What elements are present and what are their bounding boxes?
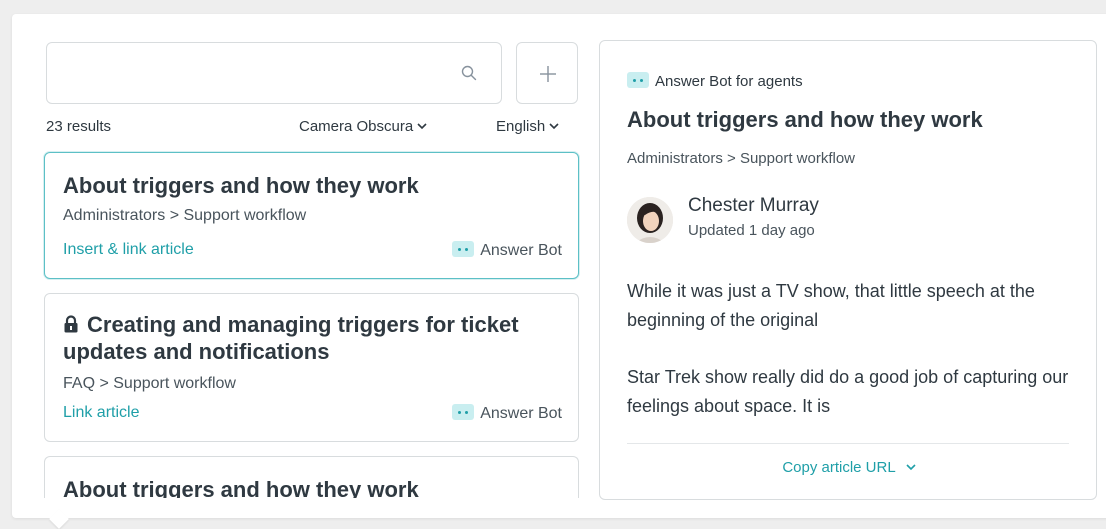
article-preview: Answer Bot for agents About triggers and… [599, 40, 1097, 500]
author-name: Chester Murray [688, 195, 819, 216]
body-paragraph: While it was just a TV show, that little… [627, 281, 1035, 330]
language-filter-label: English [496, 118, 546, 135]
search-icon[interactable] [461, 65, 477, 81]
source-label: Answer Bot [452, 241, 562, 260]
answer-bot-icon [452, 404, 475, 420]
preview-breadcrumb: Administrators > Support workflow [627, 150, 856, 167]
chevron-down-icon [906, 464, 916, 471]
breadcrumb: Administrators > Support workflow [63, 207, 307, 224]
preview-source: Answer Bot for agents [627, 72, 803, 90]
preview-title: About triggers and how they work [627, 107, 983, 132]
chevron-down-icon [549, 123, 559, 130]
search-field[interactable] [46, 42, 502, 104]
breadcrumb: FAQ > Support workflow [63, 375, 236, 392]
brand-filter-label: Camera Obscura [299, 118, 414, 135]
insert-link-article-button[interactable]: Insert & link article [63, 241, 194, 259]
article-title-text: Creating and managing triggers for ticke… [63, 312, 519, 364]
brand-filter-dropdown[interactable]: Camera Obscura [299, 118, 427, 135]
body-fade [600, 419, 1096, 445]
add-button[interactable] [516, 42, 578, 104]
answer-bot-icon [627, 72, 649, 88]
divider [627, 443, 1069, 444]
chevron-down-icon [417, 123, 427, 130]
plus-icon [540, 66, 556, 82]
link-article-button[interactable]: Link article [63, 404, 139, 422]
updated-timestamp: Updated 1 day ago [688, 222, 815, 239]
preview-source-text: Answer Bot for agents [655, 73, 803, 90]
copy-article-url-button[interactable]: Copy article URL [600, 459, 1096, 476]
search-input[interactable] [59, 57, 443, 91]
language-filter-dropdown[interactable]: English [496, 118, 559, 135]
body-paragraph: Star Trek show really did do a good job … [627, 367, 1069, 416]
results-count: 23 results [46, 118, 112, 135]
avatar [627, 197, 673, 243]
lock-icon [64, 315, 78, 333]
article-title[interactable]: Creating and managing triggers for ticke… [63, 311, 563, 365]
article-title[interactable]: About triggers and how they work [63, 476, 563, 498]
source-text: Answer Bot [480, 405, 562, 422]
article-result-card[interactable]: Creating and managing triggers for ticke… [44, 293, 579, 442]
source-label: Answer Bot [452, 404, 562, 423]
article-title[interactable]: About triggers and how they work [63, 172, 563, 199]
answer-bot-icon [452, 241, 475, 257]
copy-article-url-label: Copy article URL [782, 459, 896, 476]
source-text: Answer Bot [480, 242, 562, 259]
article-result-card[interactable]: About triggers and how they work [44, 456, 579, 498]
article-result-card[interactable]: About triggers and how they work Adminis… [44, 152, 579, 279]
